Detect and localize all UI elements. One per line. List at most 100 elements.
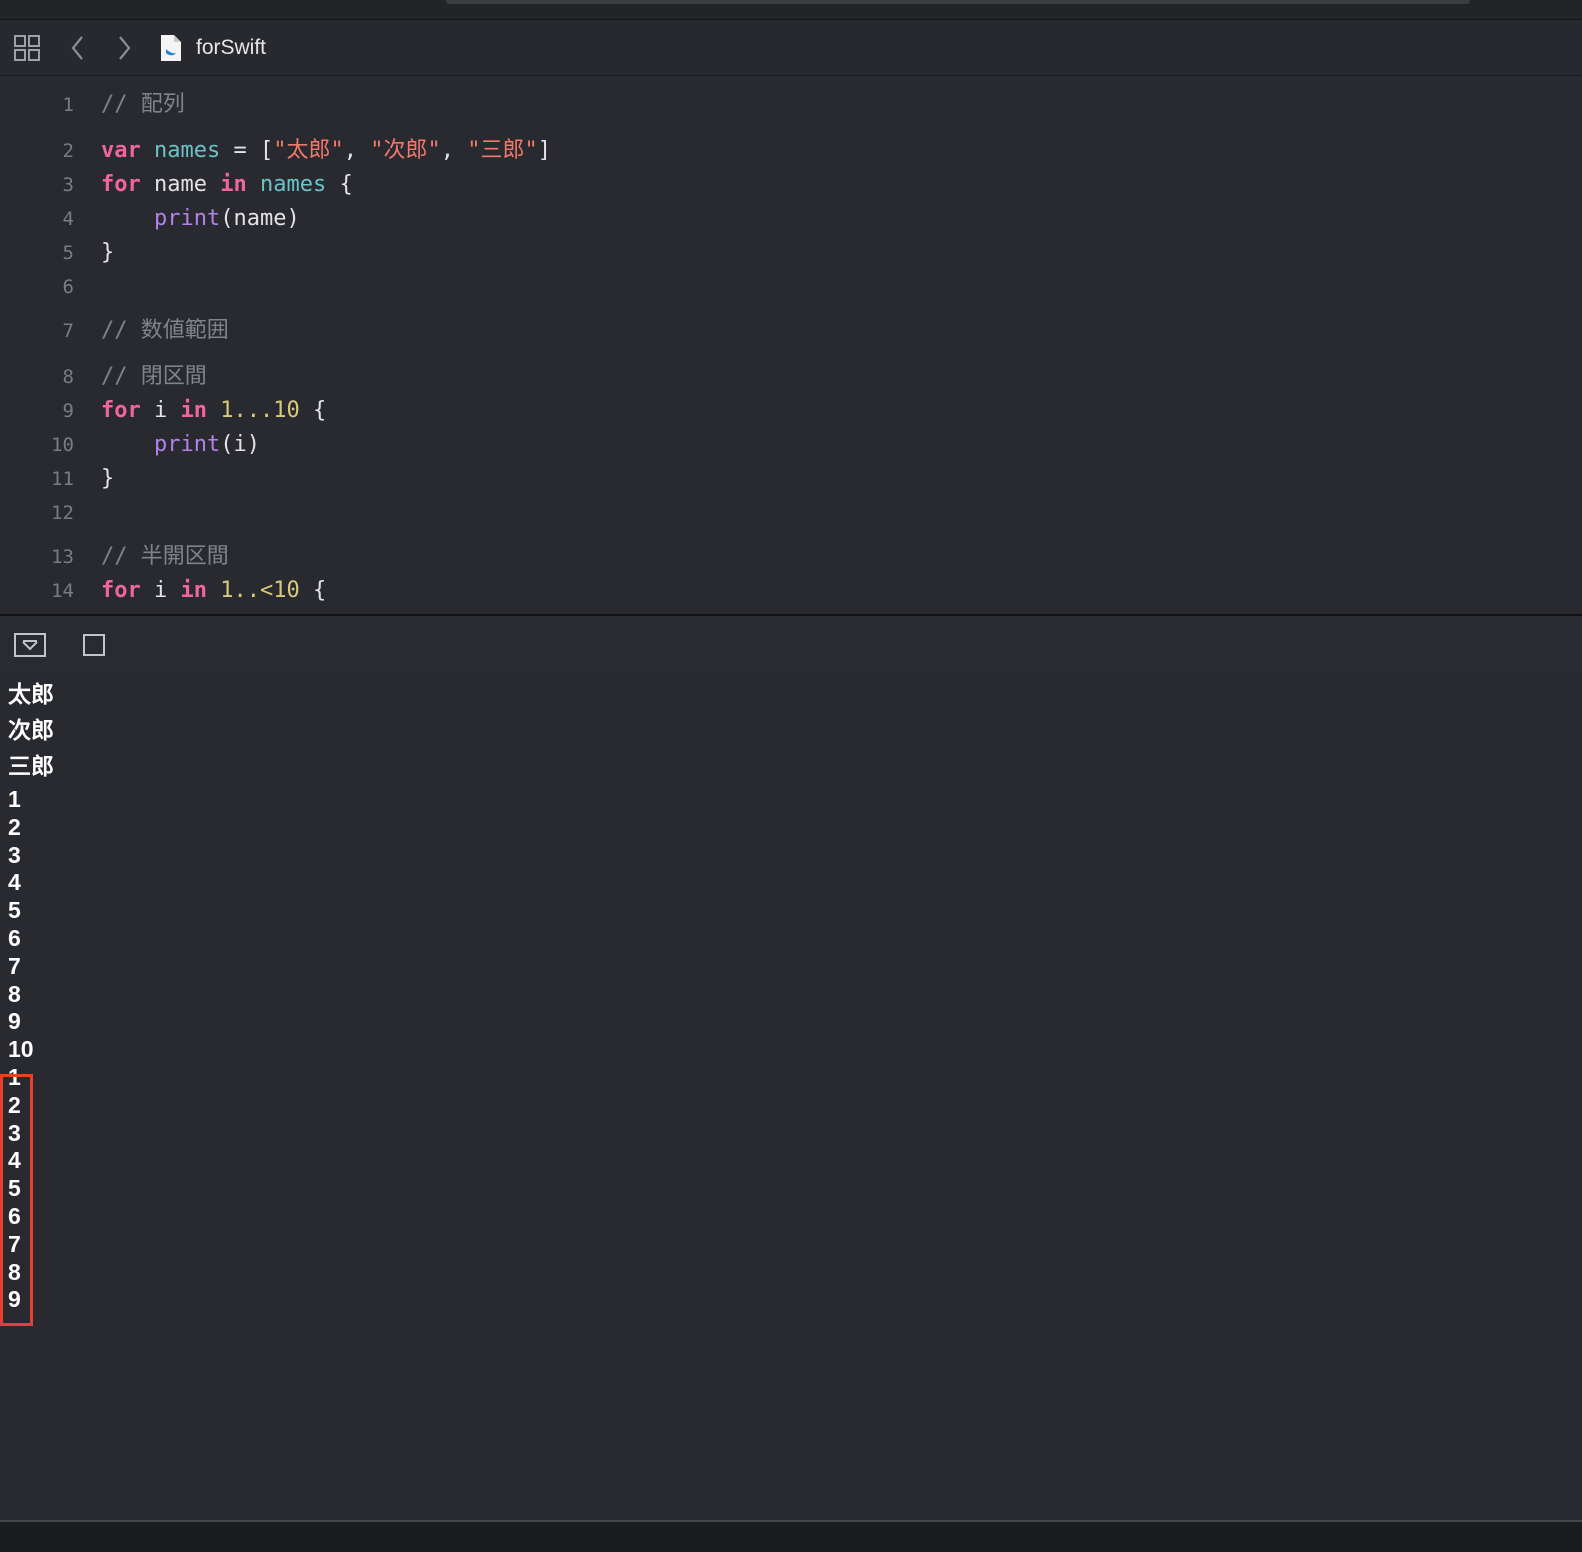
code-text: for i in 1...10 { <box>101 394 326 428</box>
console-output-line: 7 <box>8 952 21 979</box>
code-line[interactable]: 9 for i in 1...10 { <box>0 394 1582 428</box>
code-token: name <box>140 172 221 197</box>
code-text: var names = ["太郎", "次郎", "三郎"] <box>101 134 551 168</box>
line-number: 14 <box>51 580 74 602</box>
code-token: 1...10 <box>220 398 300 423</box>
line-number: 13 <box>51 546 74 568</box>
console-output-line: 1 <box>8 1064 21 1090</box>
swift-file-icon[interactable] <box>158 20 184 75</box>
console-output-line: 3 <box>8 841 21 868</box>
console-output-line: 9 <box>8 1008 21 1035</box>
line-number: 5 <box>62 242 74 264</box>
code-token: "次郎" <box>370 138 441 163</box>
code-line[interactable]: 13 // 半開区間 <box>0 540 1582 574</box>
code-token: { <box>299 398 327 423</box>
code-token: for <box>101 578 141 603</box>
line-number: 7 <box>62 320 74 342</box>
console-output-line: 7 <box>8 1230 21 1257</box>
console-output-line: 5 <box>8 897 21 924</box>
console-output-line: 4 <box>8 1147 21 1174</box>
code-token: 1..<10 <box>220 578 300 603</box>
code-line[interactable]: 10 print(i) <box>0 428 1582 462</box>
console-output-line: 6 <box>8 925 21 951</box>
console-output-line: 9 <box>8 1286 21 1313</box>
console-output-line: 4 <box>8 869 21 896</box>
console-output-line: 3 <box>8 1119 21 1146</box>
line-number: 1 <box>62 94 74 116</box>
grid-icon[interactable] <box>10 20 44 75</box>
code-token: } <box>101 240 115 265</box>
hide-debug-area-icon[interactable] <box>14 616 46 674</box>
window-top-strip <box>0 0 1582 20</box>
code-line[interactable]: 2 var names = ["太郎", "次郎", "三郎"] <box>0 134 1582 168</box>
code-token: names <box>259 172 327 197</box>
jump-bar: forSwift <box>0 20 1582 76</box>
line-number: 3 <box>62 174 74 196</box>
forward-arrow-icon[interactable] <box>112 20 136 75</box>
code-line[interactable]: 14 for i in 1..<10 { <box>0 574 1582 608</box>
back-arrow-icon[interactable] <box>66 20 90 75</box>
code-text: for name in names { <box>101 168 353 202</box>
console-output-line: 2 <box>8 813 21 840</box>
code-token: } <box>101 466 115 491</box>
code-line[interactable]: 4 print(name) <box>0 202 1582 236</box>
code-token: print <box>153 432 221 457</box>
console-output-line: 次郎 <box>8 717 54 743</box>
console-output-line: 10 <box>8 1036 34 1063</box>
code-line[interactable]: 3 for name in names { <box>0 168 1582 202</box>
code-token: in <box>220 172 247 197</box>
code-token: // 半開区間 <box>101 544 229 569</box>
code-token: in <box>180 578 208 603</box>
console-output-line: 8 <box>8 980 21 1007</box>
code-token: names <box>154 138 221 163</box>
code-line[interactable]: 12 <box>0 496 1582 530</box>
code-token: i <box>140 578 181 603</box>
code-token: for <box>101 172 141 197</box>
code-editor[interactable]: 1 // 配列 2 var names = ["太郎", "次郎", "三郎"] 3 fo… <box>0 76 1582 614</box>
line-number: 4 <box>62 208 74 230</box>
code-text: // 配列 <box>101 88 185 122</box>
code-token: , <box>440 138 468 163</box>
code-line[interactable]: 8 // 閉区間 <box>0 360 1582 394</box>
console-output-line: 2 <box>8 1091 21 1118</box>
code-token: // 閉区間 <box>101 364 207 389</box>
code-line[interactable]: 6 <box>0 270 1582 304</box>
line-number: 10 <box>51 434 74 456</box>
code-text: // 数値範囲 <box>101 314 229 348</box>
code-text: } <box>101 462 114 496</box>
line-number: 12 <box>51 502 74 524</box>
code-token: in <box>180 398 208 423</box>
code-text: // 半開区間 <box>101 540 229 574</box>
line-number: 9 <box>62 400 74 422</box>
line-number: 8 <box>62 366 74 388</box>
code-token: ] <box>537 138 551 163</box>
console-output-line: 6 <box>8 1203 21 1229</box>
code-line[interactable]: 1 // 配列 <box>0 88 1582 122</box>
console-output-line: 三郎 <box>8 753 54 779</box>
code-token: i <box>140 398 181 423</box>
console-output-line: 5 <box>8 1175 21 1202</box>
code-token: print <box>153 206 221 231</box>
code-line[interactable]: 11} <box>0 462 1582 496</box>
file-title[interactable]: forSwift <box>196 20 266 75</box>
code-token: // 配列 <box>101 92 185 117</box>
code-token: (name) <box>220 206 300 231</box>
code-token: = [ <box>220 138 274 163</box>
code-token: for <box>101 398 141 423</box>
debug-area-toolbar <box>0 614 1582 676</box>
code-text: } <box>101 236 114 270</box>
code-token: "三郎" <box>467 138 538 163</box>
tab-bar-rail <box>446 0 1470 4</box>
code-text: print(i) <box>101 428 260 462</box>
toggle-console-icon[interactable] <box>82 616 106 674</box>
console-output-line: 太郎 <box>8 681 54 707</box>
code-line[interactable]: 5} <box>0 236 1582 270</box>
code-line[interactable]: 7 // 数値範囲 <box>0 314 1582 348</box>
window-bottom-strip <box>0 1522 1582 1552</box>
